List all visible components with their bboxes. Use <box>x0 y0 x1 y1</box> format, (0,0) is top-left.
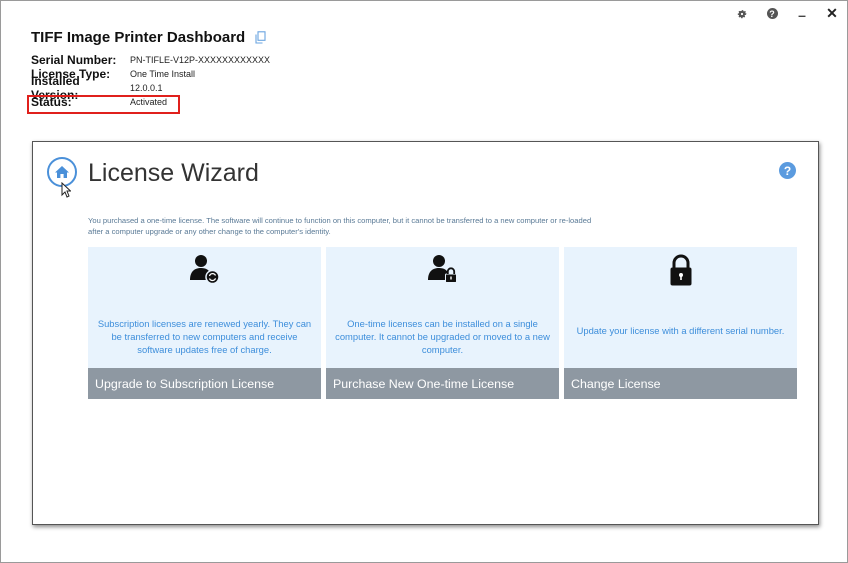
page-title-row: TIFF Image Printer Dashboard <box>31 29 266 46</box>
card-description: Subscription licenses are renewed yearly… <box>97 318 312 355</box>
padlock-icon <box>666 254 696 293</box>
serial-value: PN-TIFLE-V12P-XXXXXXXXXXXX <box>130 55 271 65</box>
license-description: You purchased a one-time license. The so… <box>88 216 592 236</box>
user-lock-icon <box>427 254 458 289</box>
upgrade-subscription-button[interactable]: Upgrade to Subscription License <box>88 368 321 399</box>
wizard-title: License Wizard <box>88 159 259 187</box>
serial-row: Serial Number: PN-TIFLE-V12P-XXXXXXXXXXX… <box>31 53 270 67</box>
settings-gear-icon[interactable] <box>734 6 750 22</box>
version-row: Installed Version: 12.0.0.1 <box>31 74 270 102</box>
close-button[interactable]: ✕ <box>824 5 840 22</box>
card-description: One-time licenses can be installed on a … <box>335 318 550 355</box>
license-wizard-panel: License Wizard ? You purchased a one-tim… <box>32 141 819 525</box>
upgrade-subscription-card[interactable]: Subscription licenses are renewed yearly… <box>88 247 321 399</box>
version-value: 12.0.0.1 <box>130 83 163 93</box>
copy-icon[interactable] <box>255 31 266 44</box>
user-refresh-icon <box>189 254 220 289</box>
status-highlight-box <box>27 95 180 114</box>
serial-label: Serial Number: <box>31 53 117 67</box>
minimize-button[interactable]: – <box>794 7 810 23</box>
card-body: One-time licenses can be installed on a … <box>326 247 559 368</box>
page-title: TIFF Image Printer Dashboard <box>31 29 246 46</box>
purchase-one-time-card[interactable]: One-time licenses can be installed on a … <box>326 247 559 399</box>
home-icon <box>55 166 69 178</box>
card-description: Update your license with a different ser… <box>576 325 785 336</box>
window-controls: ? – ✕ <box>734 4 840 23</box>
license-options: Subscription licenses are renewed yearly… <box>88 247 797 399</box>
purchase-one-time-button[interactable]: Purchase New One-time License <box>326 368 559 399</box>
change-license-button[interactable]: Change License <box>564 368 797 399</box>
card-body: Update your license with a different ser… <box>564 247 797 368</box>
help-icon[interactable]: ? <box>764 6 780 22</box>
change-license-card[interactable]: Update your license with a different ser… <box>564 247 797 399</box>
mouse-cursor-icon <box>61 181 72 203</box>
card-body: Subscription licenses are renewed yearly… <box>88 247 321 368</box>
license-type-value: One Time Install <box>130 69 196 79</box>
wizard-help-icon[interactable]: ? <box>779 162 796 179</box>
